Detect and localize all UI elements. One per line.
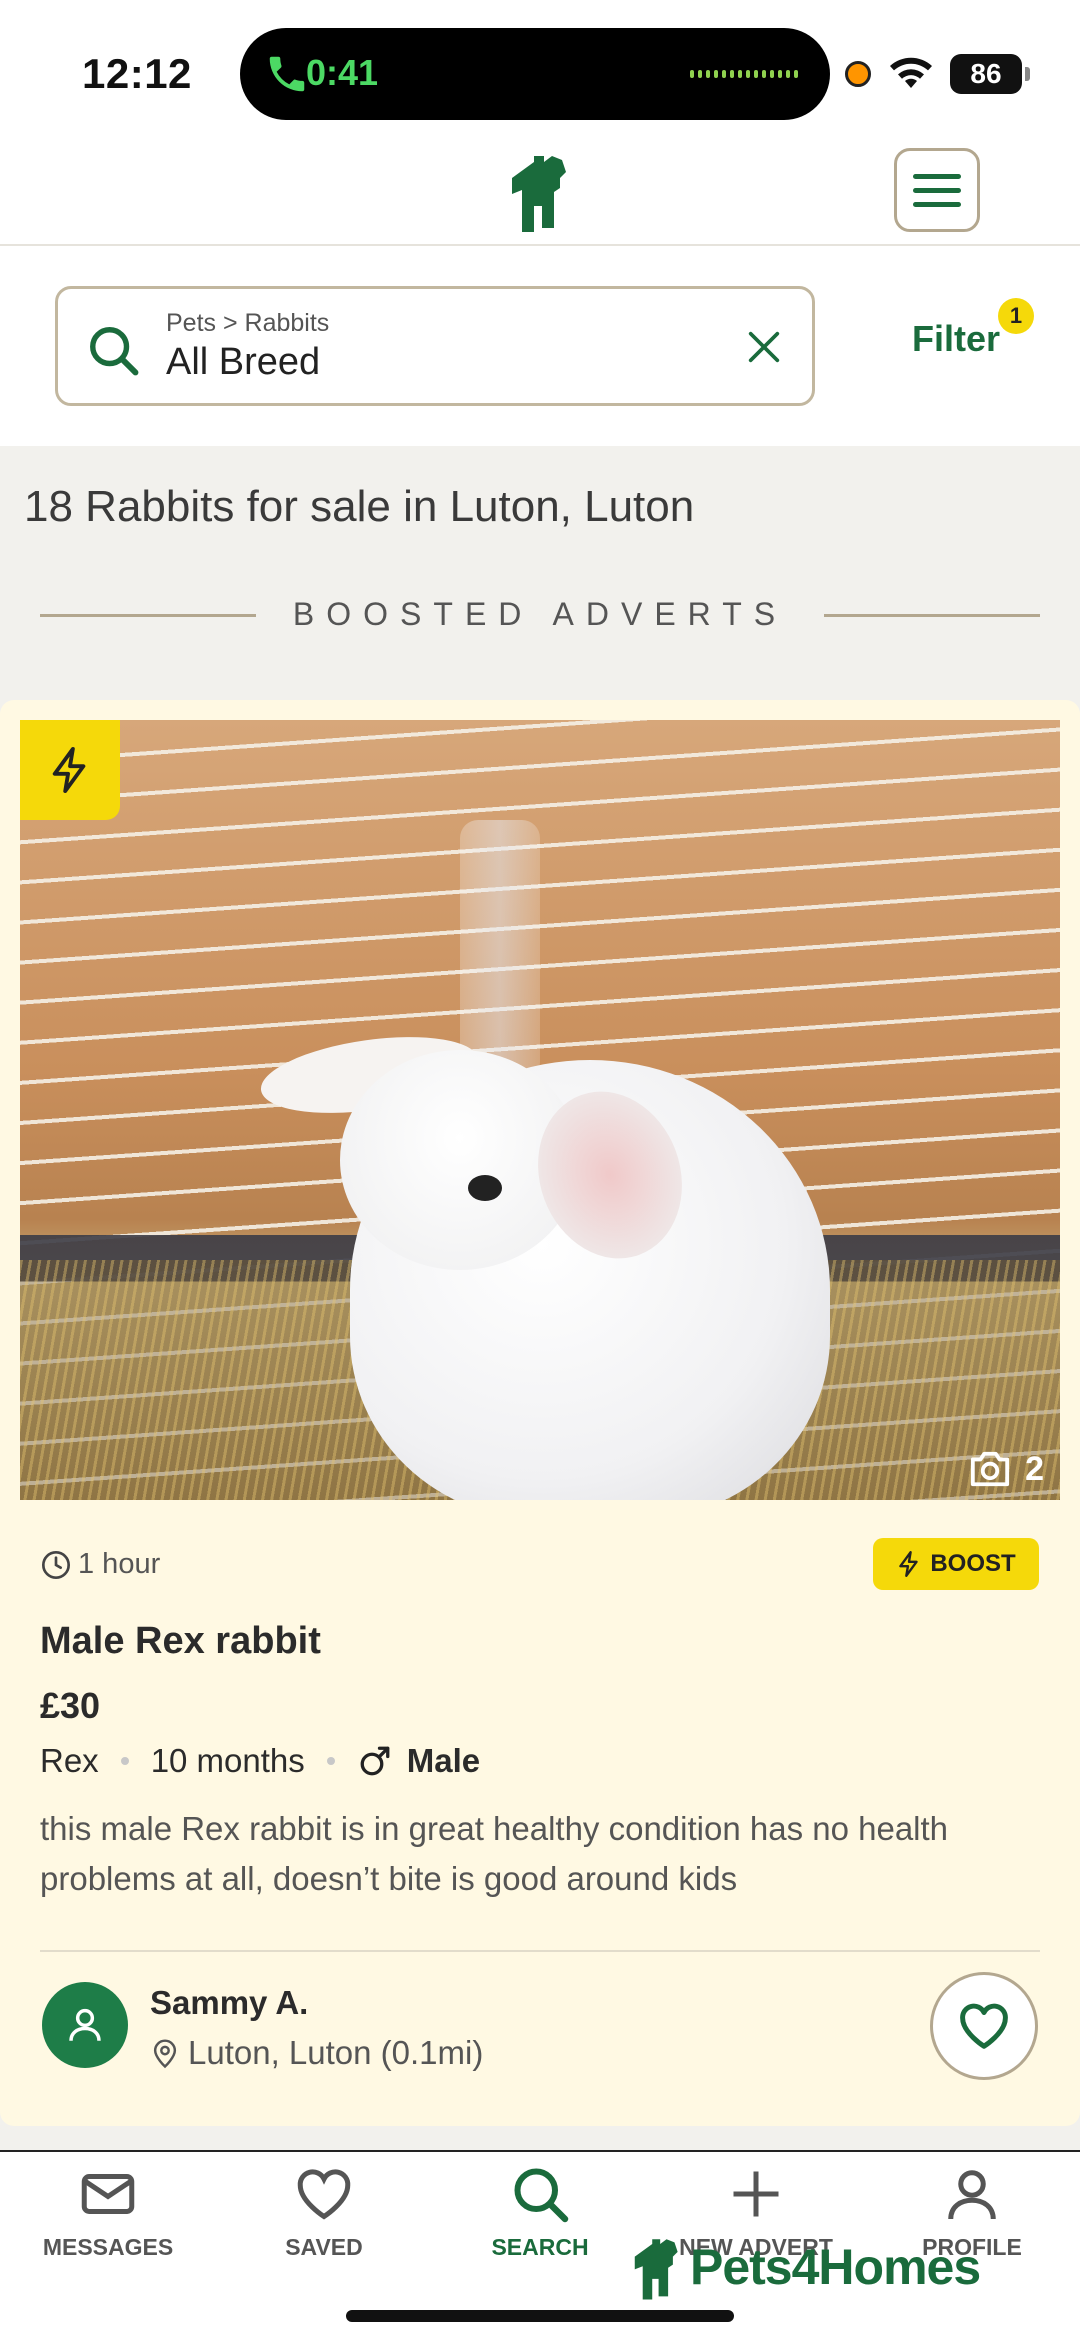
- phone-icon: [269, 56, 305, 92]
- call-indicator[interactable]: 0:41: [240, 28, 830, 120]
- advert-price: £30: [40, 1685, 101, 1726]
- separator-dot: [326, 1757, 335, 1765]
- person-icon: [69, 2008, 101, 2041]
- nav-label: MESSAGES: [42, 2234, 174, 2260]
- search-icon: [90, 327, 139, 376]
- card-divider: [40, 1950, 1040, 1952]
- posted-time: 1 hour: [40, 1548, 160, 1581]
- menu-button[interactable]: [894, 148, 980, 232]
- boost-label: BOOST: [930, 1550, 1016, 1577]
- photo-count-value: 2: [1025, 1449, 1044, 1488]
- boost-flag: [20, 720, 120, 820]
- advert-meta: Rex 10 months Male: [40, 1742, 480, 1780]
- menu-bar: [913, 187, 961, 193]
- nav-search[interactable]: SEARCH: [432, 2164, 648, 2261]
- results-list[interactable]: 18 Rabbits for sale in Luton, Luton BOOS…: [0, 446, 1080, 2150]
- photo-count: 2: [967, 1448, 1044, 1490]
- person-icon: [948, 2170, 996, 2220]
- separator-dot: [120, 1757, 129, 1765]
- location-pin-icon: [153, 2039, 177, 2069]
- age-label: 10 months: [150, 1742, 305, 1779]
- nav-label: SAVED: [285, 2234, 363, 2260]
- search-icon: [514, 2168, 569, 2223]
- menu-bar: [913, 201, 961, 207]
- seller-location-label: Luton, Luton (0.1mi): [188, 2034, 484, 2071]
- advert-card[interactable]: 2 1 hour BOOST Male Rex rabbit £30 Rex 1…: [0, 700, 1080, 2126]
- mail-icon: [81, 2174, 135, 2214]
- advert-description: this male Rex rabbit is in great healthy…: [40, 1810, 949, 1897]
- menu-bar: [913, 173, 961, 179]
- pets4homes-logo-icon: [634, 2239, 678, 2300]
- plus-icon: [733, 2171, 779, 2217]
- boost-badge[interactable]: BOOST: [873, 1538, 1039, 1590]
- home-indicator[interactable]: [346, 2310, 734, 2322]
- camera-icon: [970, 1451, 1010, 1487]
- brand-name: Pets4Homes: [690, 2239, 981, 2295]
- water-bottle: [460, 820, 540, 1080]
- boosted-divider: BOOSTED ADVERTS: [40, 596, 1040, 636]
- rabbit-eye: [468, 1175, 502, 1201]
- heart-icon: [297, 2169, 351, 2220]
- seller-location: Luton, Luton (0.1mi): [150, 2034, 483, 2072]
- search-area: Pets > Rabbits All Breed Filter 1: [0, 248, 1080, 446]
- close-icon[interactable]: [744, 327, 784, 367]
- results-title: 18 Rabbits for sale in Luton, Luton: [24, 482, 695, 531]
- call-timer: 0:41: [306, 52, 379, 93]
- divider-line: [824, 614, 1040, 617]
- search-input[interactable]: Pets > Rabbits All Breed: [55, 286, 815, 406]
- brand-watermark: Pets4Homes: [630, 2232, 981, 2302]
- audio-wave-icon: [690, 70, 798, 78]
- posted-time-label: 1 hour: [78, 1548, 161, 1580]
- status-bar: 12:12 0:41 86: [0, 0, 1080, 140]
- nav-saved[interactable]: SAVED: [216, 2164, 432, 2261]
- nav-messages[interactable]: MESSAGES: [0, 2164, 216, 2261]
- save-button[interactable]: [930, 1972, 1038, 2080]
- clock-icon: [42, 1550, 70, 1579]
- advert-title[interactable]: Male Rex rabbit: [40, 1620, 321, 1663]
- battery-indicator: 86: [950, 54, 1030, 94]
- status-time: 12:12: [82, 50, 192, 97]
- avatar[interactable]: [42, 1982, 128, 2068]
- app-header: [0, 140, 1080, 246]
- heart-icon: [960, 2003, 1008, 2049]
- search-value: All Breed: [166, 341, 321, 383]
- filter-button[interactable]: Filter: [912, 318, 1000, 360]
- male-icon: [360, 1746, 390, 1776]
- wifi-icon: [890, 57, 932, 88]
- search-breadcrumb: Pets > Rabbits: [166, 309, 330, 337]
- nav-label: SEARCH: [491, 2234, 589, 2260]
- gender-label: Male: [406, 1742, 481, 1779]
- mic-indicator-icon: [845, 61, 871, 87]
- pets4homes-logo-icon[interactable]: [506, 150, 574, 232]
- advert-photo[interactable]: 2: [20, 720, 1060, 1500]
- lightning-icon: [899, 1550, 919, 1578]
- lightning-icon: [52, 747, 86, 793]
- breed-label: Rex: [40, 1742, 99, 1779]
- seller-name[interactable]: Sammy A.: [150, 1984, 308, 2022]
- filter-count-badge: 1: [998, 298, 1034, 334]
